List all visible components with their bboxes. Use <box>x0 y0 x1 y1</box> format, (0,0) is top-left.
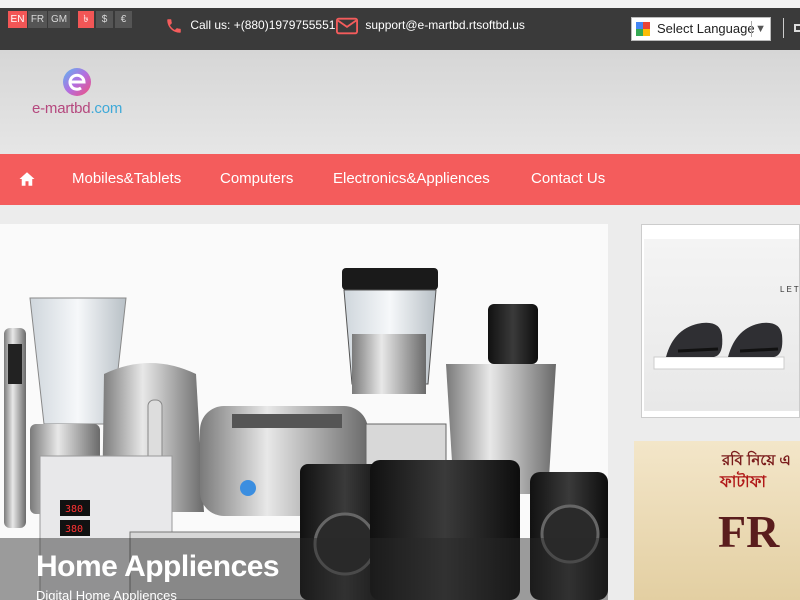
language-select[interactable]: Select Language ▼ <box>631 17 771 41</box>
email-text: support@e-martbd.rtsoftbd.us <box>365 18 525 32</box>
nav-electronics-appliences[interactable]: Electronics&Appliences <box>333 170 490 188</box>
chevron-down-icon: ▼ <box>755 23 766 35</box>
logo-text-main: e-martbd <box>32 100 91 117</box>
email-contact[interactable]: support@e-martbd.rtsoftbd.us <box>336 16 525 35</box>
select-divider <box>751 21 752 37</box>
svg-text:380: 380 <box>65 524 83 535</box>
nav-computers[interactable]: Computers <box>220 170 293 188</box>
home-icon[interactable] <box>18 170 36 188</box>
currency-bdt-button[interactable]: ৳ <box>78 11 94 28</box>
language-select-label: Select Language <box>657 21 755 36</box>
svg-text:380: 380 <box>65 504 83 515</box>
shoe-banner-image <box>644 239 799 411</box>
phone-icon <box>167 19 181 33</box>
topbar-divider <box>783 18 784 38</box>
currency-eur-button[interactable]: € <box>115 11 132 28</box>
shoes-image <box>653 322 785 370</box>
shoe-banner-text: LET <box>780 285 800 294</box>
logo-text-domain: .com <box>90 100 123 117</box>
slide-title: Home Appliences <box>36 550 280 583</box>
side-banner-shoes[interactable]: LET <box>641 224 800 418</box>
lang-fr-button[interactable]: FR <box>28 11 47 28</box>
side-banner-robi[interactable]: রবি নিয়ে এ ফাটাফা FR <box>634 441 800 600</box>
nav-contact-us[interactable]: Contact Us <box>531 170 605 188</box>
google-translate-icon <box>636 22 650 36</box>
slide-subtitle: Digital Home Appliences <box>36 588 177 600</box>
logo-icon[interactable] <box>61 67 93 97</box>
robi-banner-big: FR <box>718 506 780 557</box>
lang-gm-button[interactable]: GM <box>48 11 70 28</box>
lang-en-button[interactable]: EN <box>8 11 27 28</box>
envelope-icon <box>336 17 358 35</box>
robi-banner-line2: ফাটাফা <box>720 474 767 491</box>
lock-icon[interactable] <box>794 24 800 32</box>
logo-text[interactable]: e-martbd.com <box>32 100 122 117</box>
nav-mobiles-tablets[interactable]: Mobiles&Tablets <box>72 170 181 188</box>
currency-usd-button[interactable]: $ <box>96 11 113 28</box>
phone-text: Call us: +(880)1979755551 <box>190 18 336 32</box>
phone-contact: Call us: +(880)1979755551 <box>165 16 335 35</box>
